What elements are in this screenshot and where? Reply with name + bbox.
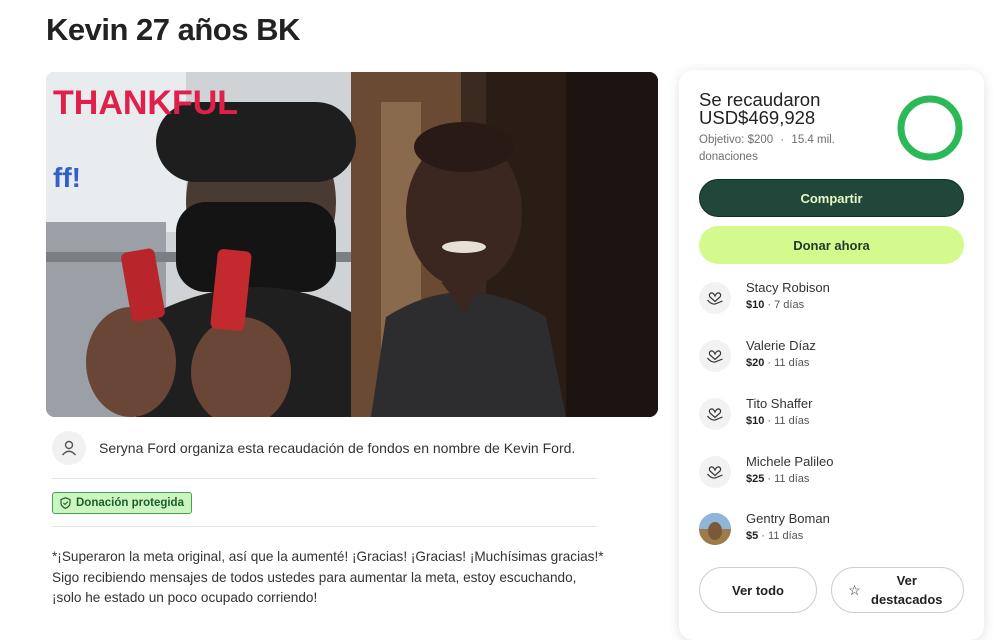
story-line: *¡Superaron la meta original, así que la… [52, 549, 604, 564]
goal-amount: Objetivo: $200 [699, 134, 774, 146]
campaign-story: *¡Superaron la meta original, así que la… [52, 547, 607, 609]
star-icon: ☆ [848, 581, 861, 598]
donation-amount: $25 [746, 473, 765, 485]
story-line: ¡solo he estado un poco ocupado corriend… [52, 590, 318, 605]
campaign-photo[interactable]: THANKFUL ff! [46, 72, 658, 417]
badge-label: Donación protegida [76, 497, 184, 509]
protected-donation-badge[interactable]: Donación protegida [52, 492, 192, 514]
donor-avatar [699, 513, 731, 545]
donation-item: Michele Palileo $25 · 11 días [699, 454, 964, 494]
donor-name: Gentry Boman [746, 511, 830, 526]
progress-ring-fill [897, 95, 963, 161]
donation-time: · 11 días [764, 473, 810, 485]
shield-icon [60, 497, 71, 509]
organizer-info: Seryna Ford organiza esta recaudación de… [52, 431, 597, 465]
donation-meta: $20 · 11 días [746, 357, 809, 369]
donation-card: Se recaudaron USD$469,928 Objetivo: $200… [679, 70, 984, 640]
photo-sign-text-2: ff! [53, 162, 81, 193]
donation-amount: $5 [746, 530, 759, 542]
heart-hand-icon [699, 398, 731, 430]
donation-amount: $10 [746, 299, 765, 311]
see-featured-button[interactable]: ☆ Ver destacados [831, 567, 964, 613]
donation-time: · 11 días [764, 357, 810, 369]
donation-amount: $10 [746, 415, 765, 427]
donation-time: · 11 días [764, 415, 810, 427]
divider [52, 478, 597, 479]
donation-item: Tito Shaffer $10 · 11 días [699, 396, 964, 436]
donation-item: Gentry Boman $5 · 11 días [699, 511, 964, 551]
donation-meta: $10 · 11 días [746, 415, 809, 427]
user-icon [52, 431, 86, 465]
donor-name: Michele Palileo [746, 454, 834, 469]
share-button[interactable]: Compartir [699, 179, 964, 217]
story-line: Sigo recibiendo mensajes de todos ustede… [52, 569, 577, 585]
donor-name: Tito Shaffer [746, 396, 813, 411]
donation-meta: $5 · 11 días [746, 530, 803, 542]
see-featured-label: Ver destacados [871, 573, 943, 607]
progress-ring [897, 95, 963, 161]
page-title: Kevin 27 años BK [46, 12, 300, 47]
donate-now-button[interactable]: Donar ahora [699, 226, 964, 264]
donation-amount: $20 [746, 357, 765, 369]
donor-name: Stacy Robison [746, 280, 830, 295]
heart-hand-icon [699, 340, 731, 372]
heart-hand-icon [699, 456, 731, 488]
see-all-button[interactable]: Ver todo [699, 567, 817, 613]
donation-item: Valerie Díaz $20 · 11 días [699, 338, 964, 378]
donation-meta: $10 · 7 días [746, 299, 804, 311]
goal-separator: · [780, 134, 785, 146]
divider [52, 526, 597, 527]
heart-hand-icon [699, 282, 731, 314]
donation-time: · 11 días [758, 530, 804, 542]
photo-sign-text: THANKFUL [53, 84, 238, 122]
goal-info: Objetivo: $200 · 15.4 mil. donaciones [699, 132, 859, 165]
donor-name: Valerie Díaz [746, 338, 816, 353]
campaign-photo-image: THANKFUL ff! [46, 72, 658, 417]
donation-item: Stacy Robison $10 · 7 días [699, 280, 964, 320]
raised-amount: USD$469,928 [699, 107, 816, 128]
donation-time: · 7 días [764, 299, 805, 311]
donation-meta: $25 · 11 días [746, 473, 809, 485]
organizer-text: Seryna Ford organiza esta recaudación de… [99, 440, 576, 456]
